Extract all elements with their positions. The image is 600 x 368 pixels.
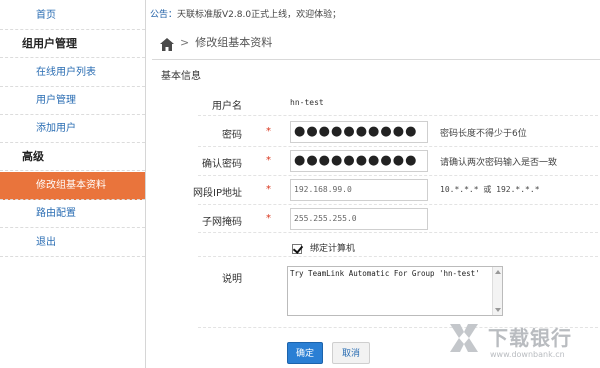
password-hint: 密码长度不得少于6位: [440, 129, 527, 139]
form-row-password: 密码 * ●●●●●●●●●● 密码长度不得少于6位: [198, 119, 598, 147]
required-mark: *: [266, 126, 271, 137]
form-row-bind-computer: [198, 233, 598, 257]
sidebar-item-logout[interactable]: 退出: [0, 229, 145, 257]
watermark-logo-icon: [450, 324, 478, 352]
sidebar-section-label: 组用户管理: [22, 37, 77, 50]
subnet-mask-field[interactable]: 255.255.255.0: [290, 208, 428, 230]
required-mark: *: [266, 184, 271, 195]
sidebar-item-user-management[interactable]: 用户管理: [0, 87, 145, 115]
sidebar-section-group-user-management: 组用户管理: [0, 30, 145, 58]
sidebar-item-label: 退出: [36, 237, 56, 248]
ip-segment-hint: 10.*.*.* 或 192.*.*.*: [440, 185, 540, 194]
cancel-button[interactable]: 取消: [332, 342, 370, 364]
divider: [152, 59, 600, 60]
sidebar-item-route-config[interactable]: 路由配置: [0, 200, 145, 228]
ip-segment-field[interactable]: 192.168.99.0: [290, 179, 428, 201]
confirm-button[interactable]: 确定: [287, 342, 323, 364]
sidebar-item-home[interactable]: 首页: [0, 2, 145, 30]
password-field[interactable]: ●●●●●●●●●●: [290, 121, 428, 143]
sidebar-item-label: 路由配置: [36, 208, 76, 219]
watermark: 下载银行 www.downbank.cn: [446, 318, 600, 368]
notice-label: 公告：: [150, 10, 178, 20]
breadcrumb: > 修改组基本资料: [160, 32, 600, 54]
breadcrumb-current: 修改组基本资料: [195, 36, 273, 49]
confirm-password-field[interactable]: ●●●●●●●●●●: [290, 150, 428, 172]
username-label: 用户名: [212, 101, 242, 112]
form-row-username: 用户名 hn-test: [198, 92, 598, 116]
sidebar-item-label: 用户管理: [36, 95, 76, 106]
sidebar-item-edit-group-info[interactable]: 修改组基本资料: [0, 172, 145, 200]
sidebar-item-add-user[interactable]: 添加用户: [0, 115, 145, 143]
confirm-password-label: 确认密码: [202, 159, 242, 170]
notice-bar: 公告：天联标准版V2.8.0正式上线，欢迎体验；: [150, 6, 600, 24]
sidebar-item-online-users[interactable]: 在线用户列表: [0, 59, 145, 87]
subnet-mask-label: 子网掩码: [202, 217, 242, 228]
watermark-title: 下载银行: [488, 326, 572, 350]
sidebar-section-advanced: 高级: [0, 143, 145, 171]
watermark-url: www.downbank.cn: [490, 350, 565, 359]
sidebar-item-label: 添加用户: [36, 123, 76, 134]
confirm-password-hint: 请确认两次密码输入是否一致: [440, 158, 558, 168]
notice-text: 天联标准版V2.8.0正式上线，欢迎体验；: [177, 10, 342, 20]
sidebar-item-label: 修改组基本资料: [36, 180, 106, 191]
breadcrumb-separator: >: [180, 36, 190, 49]
sidebar-section-label: 高级: [22, 150, 44, 163]
sidebar-item-label: 在线用户列表: [36, 67, 96, 78]
form-row-confirm-password: 确认密码 * ●●●●●●●●●● 请确认两次密码输入是否一致: [198, 148, 598, 176]
username-value: hn-test: [290, 98, 324, 107]
sidebar-item-label: 首页: [36, 10, 56, 21]
form-row-subnet-mask: 子网掩码 * 255.255.255.0: [198, 206, 598, 233]
home-icon[interactable]: [160, 37, 174, 51]
password-label: 密码: [222, 130, 242, 141]
section-title: 基本信息: [161, 71, 201, 82]
form-row-ip-segment: 网段IP地址 * 192.168.99.0 10.*.*.* 或 192.*.*…: [193, 177, 598, 205]
sidebar: 首页 组用户管理 在线用户列表 用户管理 添加用户 高级 修改组基本资料 路由配…: [0, 0, 146, 368]
required-mark: *: [266, 213, 271, 224]
ip-segment-label: 网段IP地址: [193, 188, 242, 199]
required-mark: *: [266, 155, 271, 166]
